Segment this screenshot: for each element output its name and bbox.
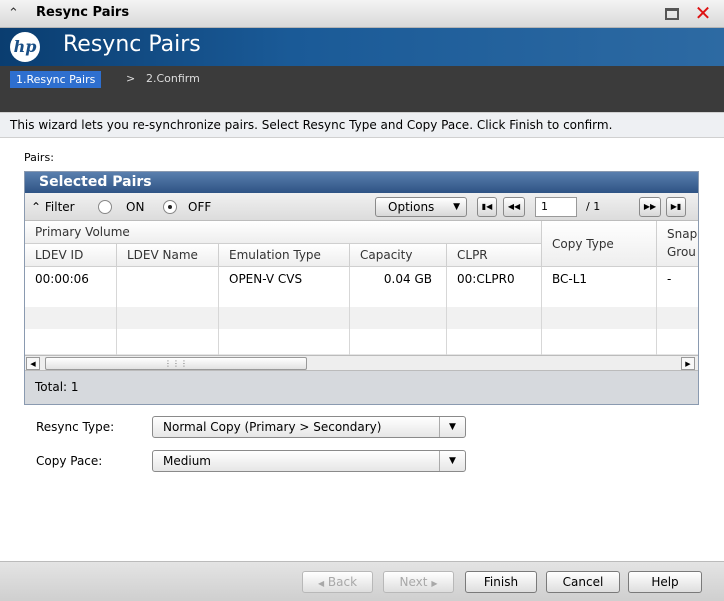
scroll-left-icon[interactable]: ◀: [26, 357, 40, 370]
panel-title: Selected Pairs: [25, 172, 698, 193]
scroll-thumb[interactable]: ⋮⋮⋮: [45, 357, 307, 370]
scroll-right-icon[interactable]: ▶: [681, 357, 695, 370]
filter-off-radio[interactable]: [163, 200, 177, 214]
capacity-value: 0.04 GB: [383, 272, 432, 286]
total-count: Total: 1: [25, 371, 698, 404]
column-header-ldev-name[interactable]: LDEV Name: [117, 244, 219, 267]
chevron-down-icon[interactable]: ▼: [439, 417, 465, 437]
chevron-down-icon[interactable]: ▼: [439, 451, 465, 471]
caret-left-icon: ◀: [317, 579, 325, 588]
filter-on-radio[interactable]: [98, 200, 112, 214]
snap-header-line2: Grou: [667, 245, 696, 259]
resync-type-value: Normal Copy (Primary > Secondary): [163, 420, 382, 434]
column-group-primary-volume: Primary Volume: [25, 221, 542, 244]
horizontal-scrollbar[interactable]: ◀ ⋮⋮⋮ ▶: [25, 355, 698, 371]
close-icon[interactable]: ✕: [691, 2, 715, 24]
copy-type-value: BC-L1: [552, 272, 588, 286]
snap-group-value: -: [667, 272, 672, 286]
options-label: Options: [388, 200, 435, 214]
column-header-snap-group[interactable]: Snap Grou: [657, 221, 698, 267]
cell-copy-type: BC-L1: [542, 267, 657, 355]
page-number-input[interactable]: 1: [535, 197, 577, 217]
cancel-button[interactable]: Cancel: [546, 571, 620, 593]
caret-down-icon: ▼: [453, 202, 460, 212]
cell-capacity: 0.04 GB: [350, 267, 447, 355]
ldev-id-value: 00:00:06: [35, 272, 89, 286]
step-confirm: 2.Confirm: [146, 72, 200, 85]
pairs-label: Pairs:: [24, 151, 54, 164]
wizard-footer: ◀ Back Next ▶ Finish Cancel Help: [0, 561, 724, 601]
cell-clpr: 00:CLPR0: [447, 267, 542, 355]
table-toolbar: ⌃ Filter ON OFF Options ▼ ▮◀ ◀◀ 1 / 1 ▶▶…: [25, 193, 698, 221]
wizard-steps: 1.Resync Pairs > 2.Confirm: [0, 66, 724, 112]
next-page-icon[interactable]: ▶▶: [639, 197, 661, 217]
copy-pace-label: Copy Pace:: [36, 454, 103, 468]
double-chevron-up-icon: ⌃: [31, 200, 42, 214]
window-title: Resync Pairs: [36, 5, 130, 20]
filter-off-label: OFF: [188, 200, 212, 214]
back-label: Back: [327, 575, 358, 589]
cell-ldev-name: [117, 267, 219, 355]
next-button[interactable]: Next ▶: [383, 571, 454, 593]
maximize-icon[interactable]: [665, 8, 679, 20]
double-chevron-up-icon[interactable]: ⌃: [8, 6, 19, 21]
resync-type-label: Resync Type:: [36, 420, 115, 434]
options-button[interactable]: Options ▼: [375, 197, 467, 217]
filter-on-label: ON: [126, 200, 145, 214]
filter-label: Filter: [44, 200, 75, 214]
last-page-icon[interactable]: ▶▮: [666, 197, 686, 217]
back-button[interactable]: ◀ Back: [302, 571, 373, 593]
hp-logo: hp: [10, 32, 40, 62]
column-header-capacity[interactable]: Capacity: [350, 244, 447, 267]
wizard-banner: hp Resync Pairs: [0, 28, 724, 66]
column-header-clpr[interactable]: CLPR: [447, 244, 542, 267]
clpr-value: 00:CLPR0: [457, 272, 515, 286]
copy-pace-select[interactable]: Medium ▼: [152, 450, 466, 472]
next-label: Next: [399, 575, 428, 589]
column-header-ldev-id[interactable]: LDEV ID: [25, 244, 117, 267]
caret-right-icon: ▶: [431, 579, 438, 588]
previous-page-icon[interactable]: ◀◀: [503, 197, 525, 217]
window-titlebar: ⌃ Resync Pairs ✕: [0, 0, 724, 28]
wizard-description: This wizard lets you re-synchronize pair…: [0, 112, 724, 138]
cell-snap-group: -: [657, 267, 698, 355]
step-separator: >: [126, 72, 136, 85]
cell-ldev-id: 00:00:06: [25, 267, 117, 355]
selected-pairs-panel: Selected Pairs ⌃ Filter ON OFF Options ▼…: [24, 171, 699, 405]
page-total: / 1: [586, 200, 601, 213]
step-resync-pairs: 1.Resync Pairs: [10, 71, 102, 88]
resync-type-select[interactable]: Normal Copy (Primary > Secondary) ▼: [152, 416, 466, 438]
emulation-type-value: OPEN-V CVS: [229, 272, 303, 286]
help-button[interactable]: Help: [628, 571, 702, 593]
page-title: Resync Pairs: [63, 32, 201, 57]
first-page-icon[interactable]: ▮◀: [477, 197, 497, 217]
column-header-emulation-type[interactable]: Emulation Type: [219, 244, 350, 267]
snap-header-line1: Snap: [667, 227, 698, 241]
copy-pace-value: Medium: [163, 454, 211, 468]
column-header-copy-type[interactable]: Copy Type: [542, 221, 657, 267]
cell-emulation-type: OPEN-V CVS: [219, 267, 350, 355]
finish-button[interactable]: Finish: [465, 571, 537, 593]
filter-toggle[interactable]: ⌃ Filter: [31, 200, 75, 214]
pairs-table: Primary Volume Copy Type Snap Grou LDEV …: [25, 221, 698, 355]
